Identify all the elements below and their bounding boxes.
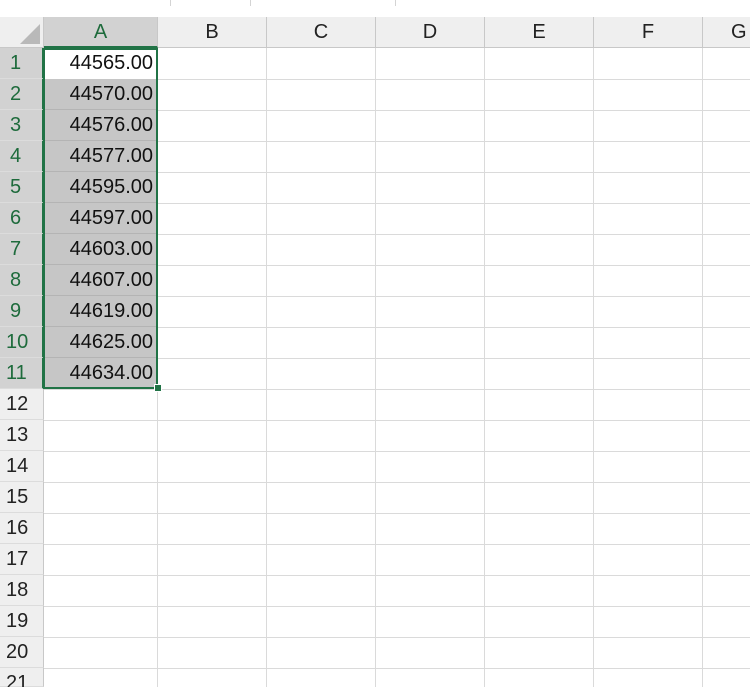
select-all-triangle-icon xyxy=(20,24,40,44)
row-header-13[interactable]: 13 xyxy=(0,420,44,451)
gridline xyxy=(44,451,750,452)
row-header-19[interactable]: 19 xyxy=(0,606,44,637)
cell-a9[interactable]: 44619.00 xyxy=(44,296,157,327)
row-header-18[interactable]: 18 xyxy=(0,575,44,606)
row-header-6[interactable]: 6 xyxy=(0,203,44,234)
toolbar-strip-remnant xyxy=(0,0,750,17)
gridline xyxy=(44,420,750,421)
gridline xyxy=(44,575,750,576)
gridline xyxy=(44,482,750,483)
row-header-15[interactable]: 15 xyxy=(0,482,44,513)
row-header-16[interactable]: 16 xyxy=(0,513,44,544)
gridline xyxy=(593,48,594,687)
column-header-e[interactable]: E xyxy=(485,17,594,48)
row-header-7[interactable]: 7 xyxy=(0,234,44,265)
gridline xyxy=(266,48,267,687)
cell-a8[interactable]: 44607.00 xyxy=(44,265,157,296)
row-header-14[interactable]: 14 xyxy=(0,451,44,482)
column-header-d[interactable]: D xyxy=(376,17,485,48)
column-header-a[interactable]: A xyxy=(44,17,158,48)
gridline xyxy=(44,606,750,607)
row-header-11[interactable]: 11 xyxy=(0,358,44,389)
gridline xyxy=(375,48,376,687)
gridline xyxy=(44,389,750,390)
toolbar-divider xyxy=(395,0,396,6)
spreadsheet-sheet: A B C D E F G 1 2 3 4 5 6 7 8 9 10 11 12… xyxy=(0,0,750,687)
toolbar-divider xyxy=(250,0,251,6)
cell-a11[interactable]: 44634.00 xyxy=(44,358,157,389)
row-header-5[interactable]: 5 xyxy=(0,172,44,203)
cell-a10[interactable]: 44625.00 xyxy=(44,327,157,358)
column-header-b[interactable]: B xyxy=(158,17,267,48)
cell-a3[interactable]: 44576.00 xyxy=(44,110,157,141)
row-header-17[interactable]: 17 xyxy=(0,544,44,575)
gridline xyxy=(44,637,750,638)
row-header-1[interactable]: 1 xyxy=(0,48,44,79)
row-header-20[interactable]: 20 xyxy=(0,637,44,668)
cell-a4[interactable]: 44577.00 xyxy=(44,141,157,172)
row-header-3[interactable]: 3 xyxy=(0,110,44,141)
row-header-2[interactable]: 2 xyxy=(0,79,44,110)
gridline xyxy=(702,48,703,687)
column-header-c[interactable]: C xyxy=(267,17,376,48)
row-header-9[interactable]: 9 xyxy=(0,296,44,327)
cell-a7[interactable]: 44603.00 xyxy=(44,234,157,265)
row-header-21[interactable]: 21 xyxy=(0,668,44,687)
toolbar-divider xyxy=(170,0,171,6)
gridline xyxy=(44,668,750,669)
row-header-10[interactable]: 10 xyxy=(0,327,44,358)
select-all-button[interactable] xyxy=(0,17,44,48)
cell-a2[interactable]: 44570.00 xyxy=(44,79,157,110)
cell-a1[interactable]: 44565.00 xyxy=(44,48,157,79)
cell-a6[interactable]: 44597.00 xyxy=(44,203,157,234)
row-header-8[interactable]: 8 xyxy=(0,265,44,296)
row-header-12[interactable]: 12 xyxy=(0,389,44,420)
gridline xyxy=(44,513,750,514)
fill-handle[interactable] xyxy=(154,384,162,392)
cell-a5[interactable]: 44595.00 xyxy=(44,172,157,203)
gridline xyxy=(484,48,485,687)
column-header-g[interactable]: G xyxy=(703,17,750,48)
gridline xyxy=(44,544,750,545)
column-header-f[interactable]: F xyxy=(594,17,703,48)
gridline xyxy=(157,48,158,687)
row-header-4[interactable]: 4 xyxy=(0,141,44,172)
